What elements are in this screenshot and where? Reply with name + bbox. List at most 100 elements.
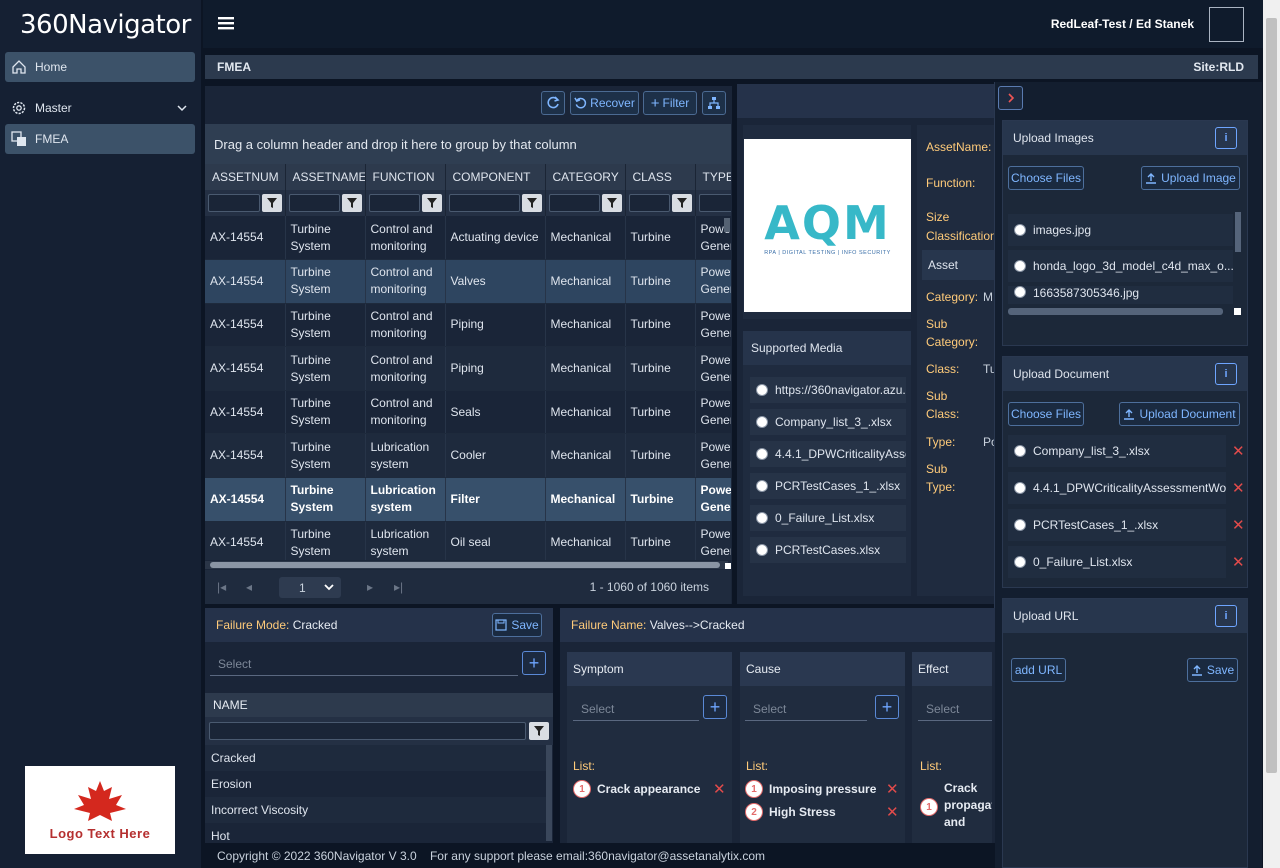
- name-column-header[interactable]: NAME: [205, 693, 553, 717]
- grid-vscroll[interactable]: [724, 218, 730, 232]
- failure-list-vscroll[interactable]: [546, 745, 552, 841]
- info-icon[interactable]: i: [1215, 363, 1237, 385]
- media-item[interactable]: PCRTestCases_1_.xlsx: [750, 473, 906, 499]
- delete-icon[interactable]: ✕: [1232, 442, 1245, 460]
- failure-mode-select[interactable]: Select: [210, 650, 518, 676]
- add-failure-mode-button[interactable]: +: [522, 651, 546, 675]
- column-header[interactable]: CATEGORY: [545, 164, 626, 190]
- name-filter-input[interactable]: [209, 722, 526, 740]
- add-symptom-button[interactable]: +: [703, 695, 727, 719]
- add-url-button[interactable]: add URL: [1011, 658, 1066, 682]
- hierarchy-button[interactable]: [702, 91, 726, 115]
- delete-icon[interactable]: ✕: [713, 780, 726, 798]
- column-filter-input[interactable]: [698, 194, 731, 212]
- table-row[interactable]: AX-14554 Turbine System Lubrication system…: [205, 521, 731, 560]
- sidebar-item-home[interactable]: Home: [5, 52, 195, 82]
- radio-button[interactable]: [1014, 556, 1026, 568]
- radio-button[interactable]: [756, 384, 768, 396]
- column-filter-input[interactable]: [448, 194, 520, 212]
- images-vscroll[interactable]: [1235, 212, 1241, 252]
- media-item[interactable]: 4.4.1_DPWCriticalityAsse...: [750, 441, 906, 467]
- filter-icon[interactable]: [671, 194, 692, 212]
- add-cause-button[interactable]: +: [875, 695, 899, 719]
- document-file-item[interactable]: Company_list_3_.xlsx: [1008, 435, 1226, 467]
- column-header[interactable]: COMPONENT: [445, 164, 546, 190]
- column-header[interactable]: TYPE: [695, 164, 731, 190]
- radio-button[interactable]: [1014, 445, 1026, 457]
- column-header[interactable]: FUNCTION: [365, 164, 446, 190]
- info-icon[interactable]: i: [1215, 605, 1237, 627]
- filter-icon[interactable]: [529, 722, 549, 740]
- table-row[interactable]: AX-14554 Turbine System Control and monito…: [205, 303, 731, 348]
- collapse-panel-button[interactable]: [998, 86, 1023, 110]
- avatar[interactable]: [1209, 7, 1244, 42]
- filter-icon[interactable]: [521, 194, 542, 212]
- document-file-item[interactable]: 0_Failure_List.xlsx: [1008, 546, 1226, 578]
- table-row[interactable]: AX-14554 Turbine System Control and monito…: [205, 216, 731, 261]
- radio-button[interactable]: [1014, 224, 1026, 236]
- radio-button[interactable]: [1014, 286, 1026, 298]
- refresh-button[interactable]: [541, 91, 565, 115]
- radio-button[interactable]: [756, 544, 768, 556]
- radio-button[interactable]: [756, 416, 768, 428]
- delete-icon[interactable]: ✕: [886, 780, 899, 798]
- media-item[interactable]: https://360navigator.azu...: [750, 377, 906, 403]
- sidebar-item-fmea[interactable]: FMEA: [5, 124, 195, 154]
- page-scrollbar-thumb[interactable]: [1266, 18, 1277, 773]
- last-page-icon[interactable]: ▸|: [394, 580, 403, 594]
- list-item[interactable]: Hot: [205, 823, 546, 843]
- delete-icon[interactable]: ✕: [1232, 516, 1245, 534]
- first-page-icon[interactable]: |◂: [217, 580, 226, 594]
- filter-icon[interactable]: [421, 194, 442, 212]
- column-header[interactable]: ASSETNAME: [285, 164, 366, 190]
- list-item[interactable]: Cracked: [205, 745, 546, 771]
- prev-page-icon[interactable]: ◂: [246, 580, 252, 594]
- table-row[interactable]: AX-14554 Turbine System Control and monito…: [205, 346, 731, 391]
- column-filter-input[interactable]: [288, 194, 340, 212]
- filter-button[interactable]: + Filter: [643, 91, 697, 115]
- next-page-icon[interactable]: ▸: [367, 580, 373, 594]
- grid-hscroll-thumb[interactable]: [210, 562, 720, 568]
- save-url-button[interactable]: Save: [1187, 658, 1238, 682]
- images-hscroll[interactable]: [1008, 308, 1223, 315]
- effect-select[interactable]: Select: [918, 695, 992, 721]
- column-filter-input[interactable]: [628, 194, 670, 212]
- symptom-select[interactable]: Select: [573, 695, 699, 721]
- radio-button[interactable]: [756, 448, 768, 460]
- document-file-item[interactable]: PCRTestCases_1_.xlsx: [1008, 509, 1226, 541]
- table-row[interactable]: AX-14554 Turbine System Control and monito…: [205, 390, 731, 435]
- upload-image-button[interactable]: Upload Image: [1141, 166, 1240, 190]
- grid-hscroll-track[interactable]: [205, 561, 728, 569]
- table-row[interactable]: AX-14554 Turbine System Lubrication system…: [205, 433, 731, 479]
- info-icon[interactable]: i: [1215, 127, 1237, 149]
- save-failure-mode-button[interactable]: Save: [492, 613, 542, 637]
- choose-document-files-button[interactable]: Choose Files: [1008, 402, 1084, 426]
- upload-document-button[interactable]: Upload Document: [1119, 402, 1240, 426]
- page-select[interactable]: 1: [279, 577, 341, 598]
- delete-icon[interactable]: ✕: [886, 803, 899, 821]
- sidebar-item-master[interactable]: Master: [5, 93, 195, 123]
- cause-select[interactable]: Select: [745, 695, 867, 721]
- filter-icon[interactable]: [341, 194, 362, 212]
- radio-button[interactable]: [756, 512, 768, 524]
- delete-icon[interactable]: ✕: [1232, 553, 1245, 571]
- table-row[interactable]: AX-14554 Turbine System Control and monito…: [205, 259, 731, 304]
- choose-image-files-button[interactable]: Choose Files: [1008, 166, 1084, 190]
- column-header[interactable]: CLASS: [625, 164, 696, 190]
- delete-icon[interactable]: ✕: [1232, 479, 1245, 497]
- column-header[interactable]: ASSETNUM: [205, 164, 286, 190]
- column-filter-input[interactable]: [548, 194, 600, 212]
- list-item[interactable]: Incorrect Viscosity: [205, 797, 546, 823]
- media-item[interactable]: 0_Failure_List.xlsx: [750, 505, 906, 531]
- document-file-item[interactable]: 4.4.1_DPWCriticalityAssessmentWorki...: [1008, 472, 1226, 504]
- recover-button[interactable]: Recover: [570, 91, 639, 115]
- column-filter-input[interactable]: [368, 194, 420, 212]
- image-file-item[interactable]: honda_logo_3d_model_c4d_max_o...: [1008, 250, 1233, 282]
- column-filter-input[interactable]: [208, 194, 260, 212]
- list-item[interactable]: Erosion: [205, 771, 546, 797]
- filter-icon[interactable]: [601, 194, 622, 212]
- user-name[interactable]: RedLeaf-Test / Ed Stanek: [1051, 17, 1194, 31]
- image-file-item[interactable]: 1663587305346.jpg: [1008, 286, 1233, 304]
- media-item[interactable]: PCRTestCases.xlsx: [750, 537, 906, 563]
- image-file-item[interactable]: images.jpg: [1008, 214, 1233, 246]
